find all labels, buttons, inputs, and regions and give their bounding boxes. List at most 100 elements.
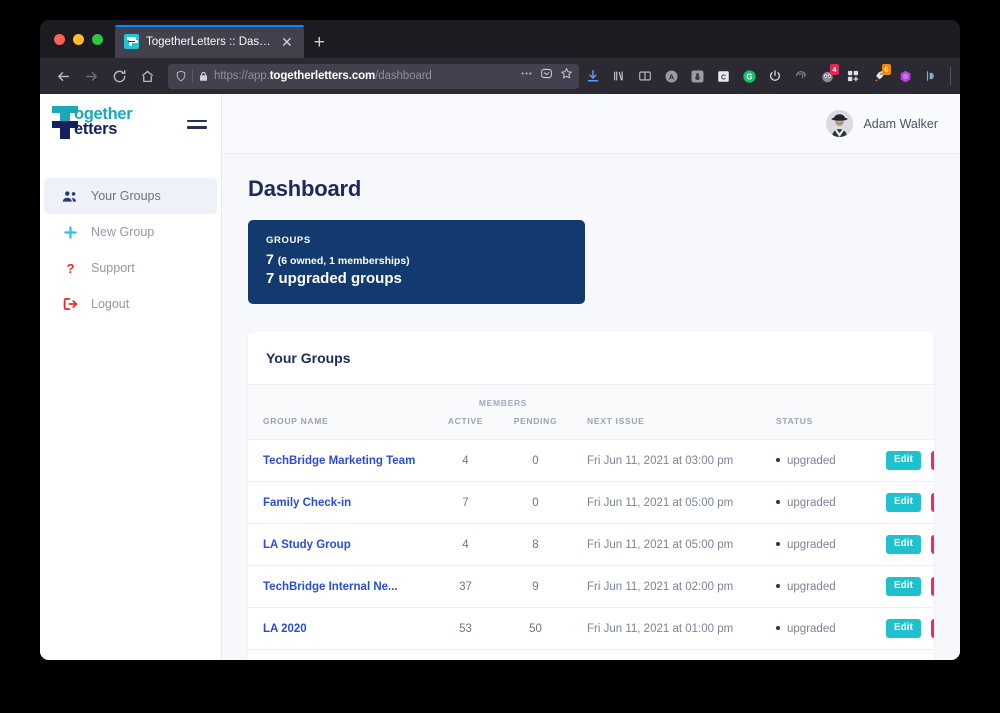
apps-grid-icon[interactable] [841,64,865,88]
sidebar-item-logout[interactable]: Logout [44,286,217,322]
toolbar-divider [950,67,951,85]
delete-button[interactable]: Delete [930,577,934,596]
delete-button[interactable]: Delete [930,535,934,554]
edit-button[interactable]: Edit [886,577,921,596]
power-icon[interactable] [763,64,787,88]
group-name-link[interactable]: TechBridge Marketing Team [248,440,433,482]
sidebar-nav: Your Groups New Group ? Support Logout [40,178,221,322]
delete-button[interactable]: Delete [930,619,934,638]
edit-button[interactable]: Edit [886,493,921,512]
hex-extension-icon[interactable] [893,64,917,88]
groups-table-head: MEMBERS GROUP NAME ACTIVE PENDING NEXT I… [248,385,934,440]
avatar [826,110,854,137]
group-name-link[interactable]: Family Check-in [248,482,433,524]
close-window-button[interactable] [54,33,65,45]
tab-title: TogetherLetters :: Dashboard [146,35,271,48]
group-name-link[interactable]: Walker Family Updates ... [248,650,433,661]
adblock-icon[interactable]: A [659,64,683,88]
plus-icon [62,225,79,240]
screenshot-extension-icon[interactable] [685,64,709,88]
edit-button[interactable]: Edit [886,619,921,638]
reader-view-icon[interactable] [633,64,657,88]
rocket-extension-icon[interactable]: 6 [867,64,891,88]
sidebar-item-your-groups[interactable]: Your Groups [44,178,217,214]
browser-tab-active[interactable]: TogetherLetters :: Dashboard ✕ [115,25,304,58]
clipboard-extension-icon[interactable]: C [711,64,735,88]
delete-button[interactable]: Delete [930,493,934,512]
lock-icon[interactable] [198,71,209,82]
url-prefix: https://app. [214,70,270,82]
sidebar-item-label: Logout [91,297,130,311]
url-divider [192,69,193,83]
status-badge: upgraded [758,440,878,482]
page-actions-icon[interactable] [520,67,533,85]
column-header-next-issue: NEXT ISSUE [573,408,759,440]
row-actions: EditDelete [878,650,934,661]
url-bar[interactable]: https://app.togetherletters.com/dashboar… [168,63,579,89]
browser-window: TogetherLetters :: Dashboard ✕ + https:/… [40,20,960,660]
fingerprint-icon[interactable] [789,64,813,88]
sidebar-item-new-group[interactable]: New Group [44,214,217,250]
home-icon[interactable] [134,63,160,89]
pocket-icon[interactable] [540,67,553,85]
group-name-link[interactable]: LA Study Group [248,524,433,566]
browser-tab-strip: TogetherLetters :: Dashboard ✕ + [40,20,960,58]
delete-button[interactable]: Delete [930,451,934,470]
edit-button[interactable]: Edit [886,451,921,470]
togetherletters-logo[interactable]: ogether etters [52,105,144,142]
groups-stat-card: GROUPS 7 (6 owned, 1 memberships) 7 upgra… [248,220,585,304]
url-text[interactable]: https://app.togetherletters.com/dashboar… [214,70,515,82]
stat-card-upgraded: 7 upgraded groups [266,270,402,287]
next-issue-date: Fri Jun 11, 2021 at 05:00 pm [587,538,734,551]
column-header-pending: PENDING [498,408,574,440]
edit-button[interactable]: Edit [886,535,921,554]
stat-card-count: 7 [266,251,274,267]
sidebar-item-label: New Group [91,225,155,239]
app-topbar: Adam Walker [222,94,960,154]
minimize-window-button[interactable] [73,33,84,45]
status-badge: upgraded [758,482,878,524]
column-header-active: ACTIVE [433,408,498,440]
question-mark-icon: ? [62,261,79,276]
members-group-header: MEMBERS [433,385,574,408]
library-icon[interactable] [607,64,631,88]
svg-text:A: A [668,72,674,81]
bookmark-star-icon[interactable] [560,67,573,85]
pending-count: 50 [529,622,542,635]
page-scrollbar[interactable] [955,94,960,660]
sidebar-item-support[interactable]: ? Support [44,250,217,286]
close-tab-icon[interactable]: ✕ [278,33,296,51]
browser-toolbar: https://app.togetherletters.com/dashboar… [40,58,960,94]
sidebar-item-label: Support [91,261,135,275]
status-dot-icon [776,541,781,546]
tracking-protection-icon[interactable] [175,70,187,82]
browser-extension-icons: A C G 4 6 [581,64,960,88]
row-actions: Edit Delete [878,524,934,566]
back-arrow-icon[interactable] [50,63,76,89]
downloads-icon[interactable] [581,64,605,88]
privacy-badger-icon[interactable]: 4 [815,64,839,88]
table-row: TechBridge Internal Ne... 37 9 Fri Jun 1… [248,565,934,608]
forward-arrow-icon[interactable] [78,63,104,89]
column-header-actions [878,408,934,440]
status-text: upgraded [787,454,836,467]
next-issue-date: Fri Jun 11, 2021 at 03:00 pm [587,454,734,467]
status-badge: upgraded [758,650,878,661]
sidebar-toggle-icon[interactable] [187,119,207,129]
bitwarden-icon[interactable] [919,64,943,88]
status-text: upgraded [787,622,836,635]
user-menu[interactable]: Adam Walker [826,110,938,137]
table-row: TechBridge Marketing Team 4 0 Fri Jun 11… [248,439,934,482]
logout-icon [62,297,79,311]
new-tab-button[interactable]: + [304,33,335,52]
active-count: 53 [459,622,472,635]
reload-icon[interactable] [106,63,132,89]
status-text: upgraded [787,496,836,509]
table-row: LA 2020 53 50 Fri Jun 11, 2021 at 01:00 … [248,607,934,650]
maximize-window-button[interactable] [92,33,103,45]
group-name-link[interactable]: LA 2020 [248,608,433,650]
group-name-link[interactable]: TechBridge Internal Ne... [248,566,433,608]
row-actions: Edit Delete [878,608,934,650]
grammarly-icon[interactable]: G [737,64,761,88]
menu-icon[interactable] [958,64,960,88]
